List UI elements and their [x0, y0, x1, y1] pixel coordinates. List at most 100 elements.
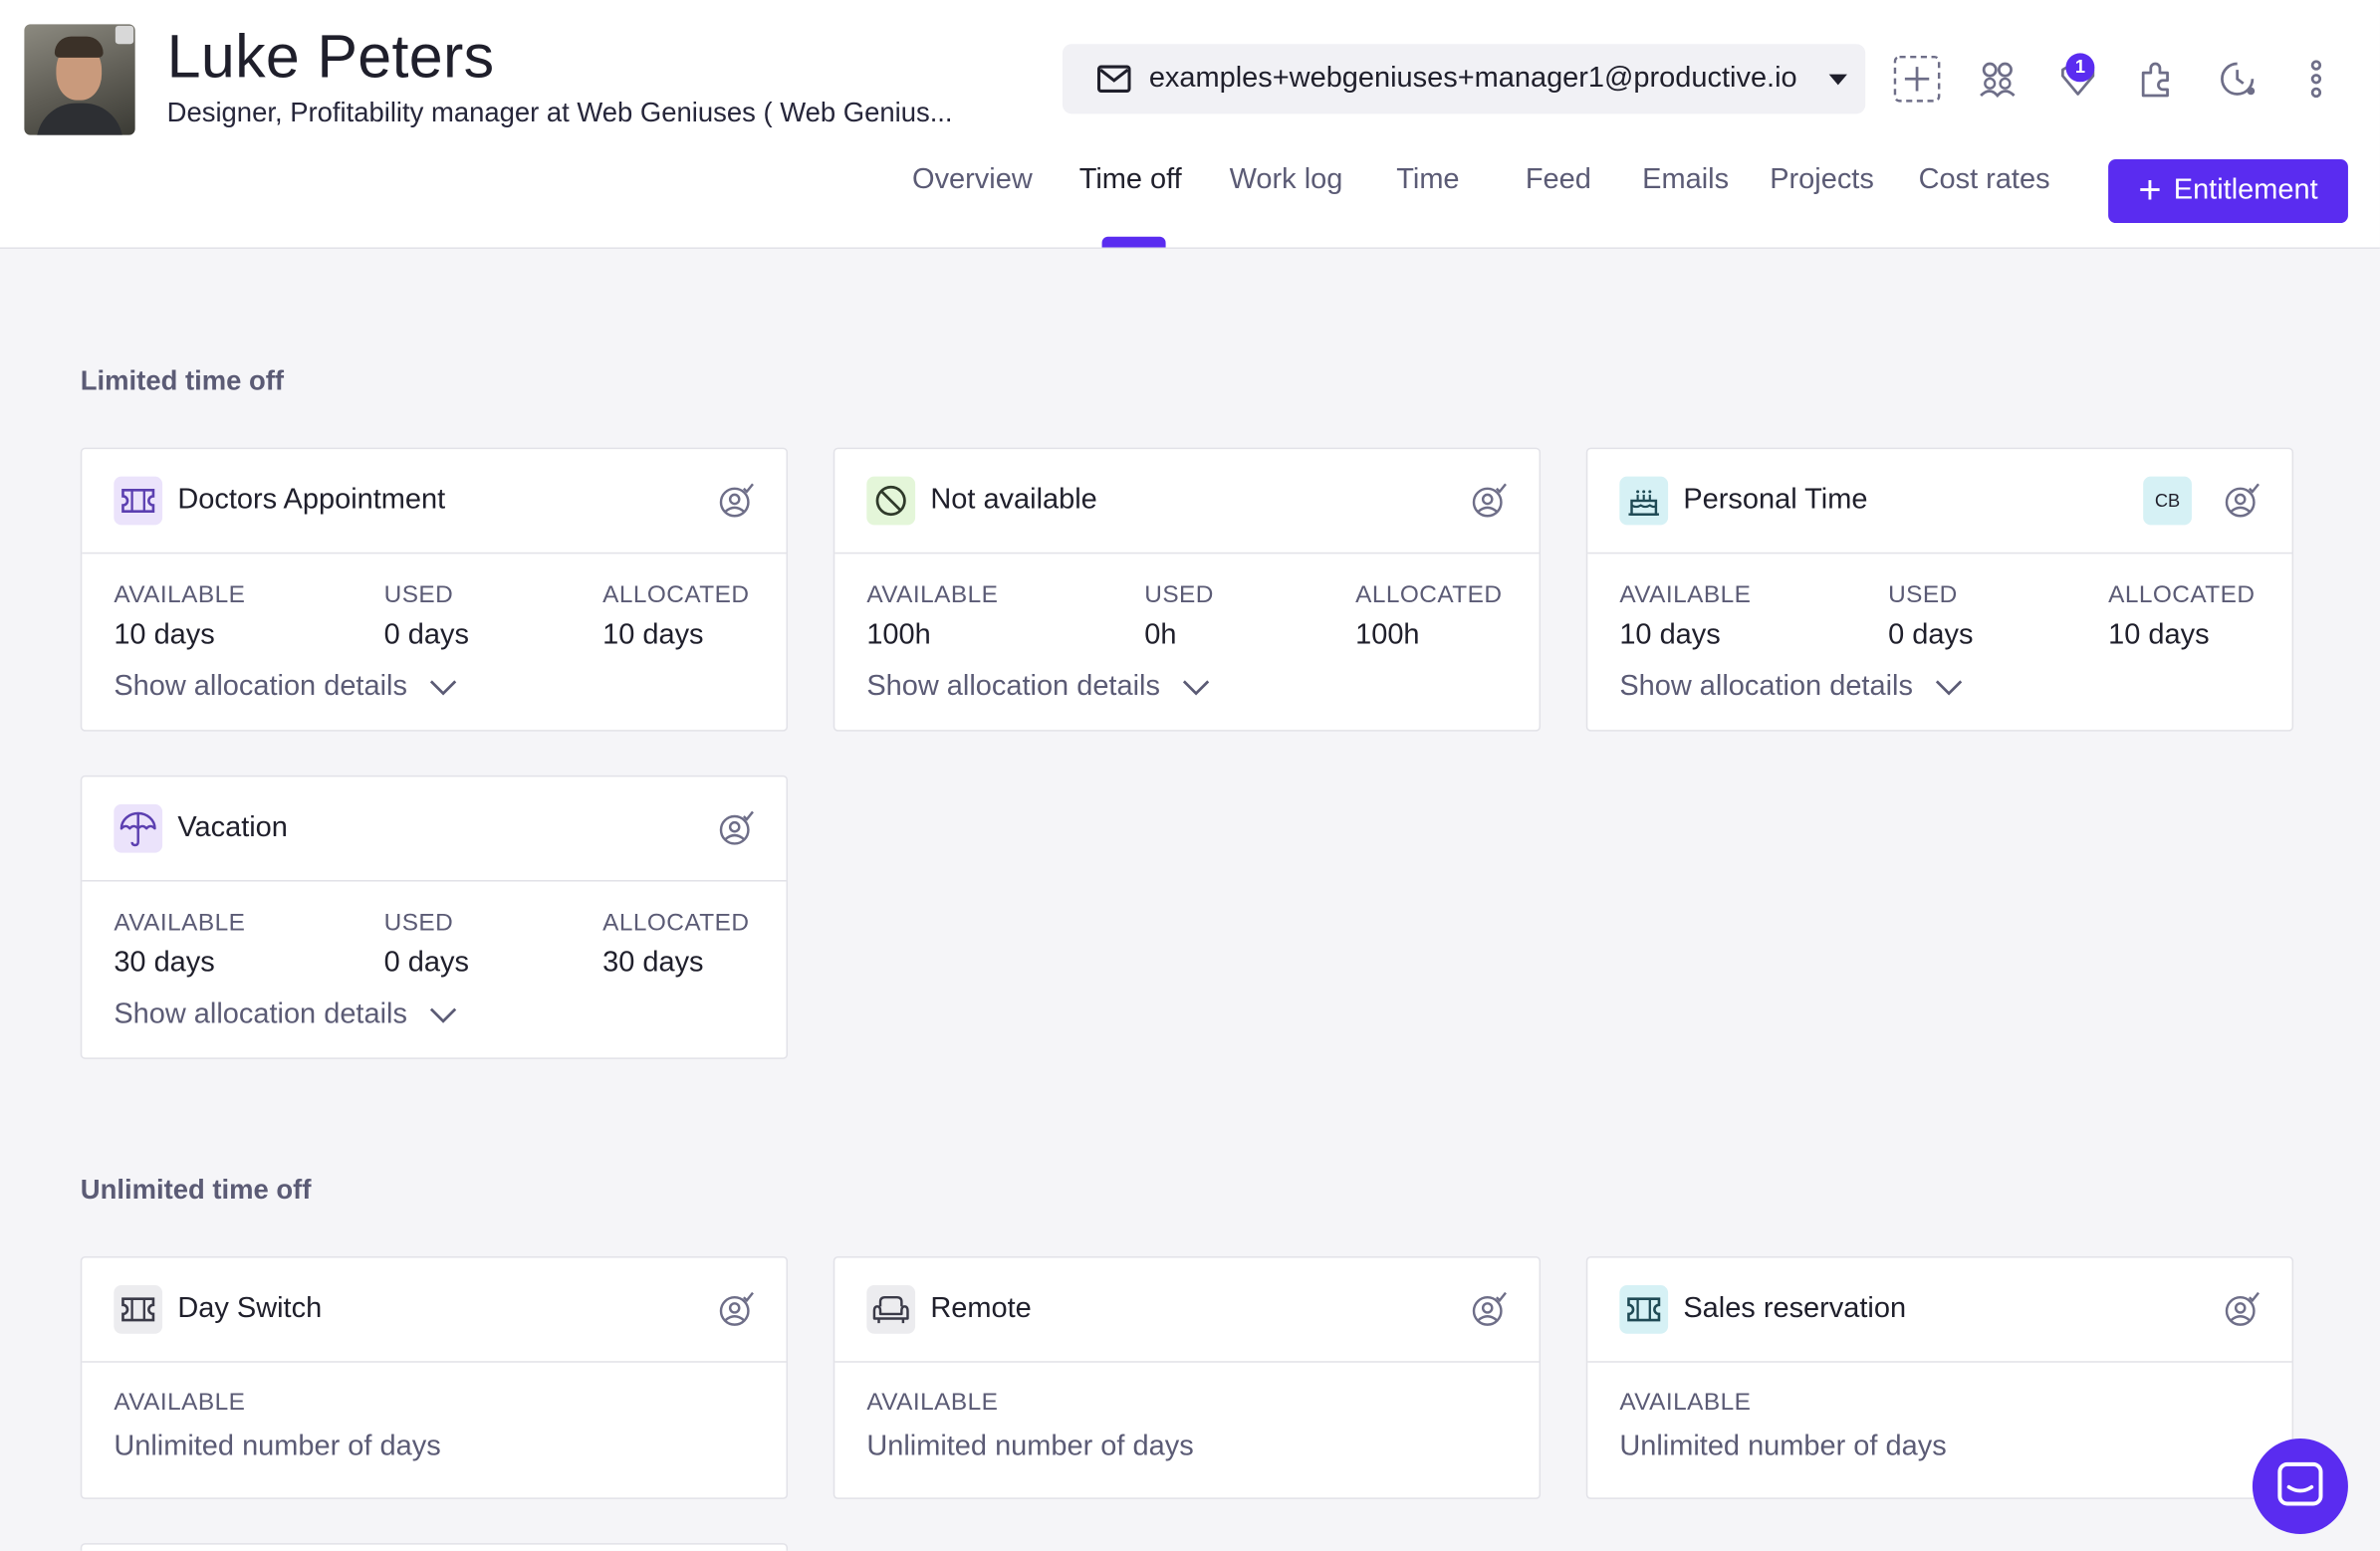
ticket-icon: [114, 476, 163, 526]
card-title: Not available: [930, 484, 1097, 517]
allocated-stat: ALLOCATED 10 days: [602, 582, 749, 652]
details-label: Show allocation details: [1619, 670, 1913, 703]
avatar-hair: [54, 36, 104, 58]
available-stat: AVAILABLE 30 days: [114, 911, 245, 981]
integrations-icon[interactable]: [2133, 55, 2182, 104]
allocated-stat: ALLOCATED 100h: [1355, 582, 1502, 652]
people-icon[interactable]: [1973, 55, 2022, 104]
available-value: 30 days: [114, 947, 215, 980]
tab-overview[interactable]: Overview: [912, 164, 1033, 198]
assign-user-icon[interactable]: [718, 483, 755, 520]
time-off-card: Doctors Appointment AVAILABLE 10 days US…: [80, 447, 789, 732]
time-off-card-partial: [80, 1543, 789, 1551]
add-icon[interactable]: [1893, 55, 1942, 104]
allocated-value: 100h: [1355, 618, 1420, 651]
chat-icon: [2277, 1461, 2323, 1506]
time-off-card: Sales reservation AVAILABLE Unlimited nu…: [1585, 1256, 2294, 1499]
card-header: Sales reservation: [1587, 1258, 2292, 1363]
available-stat: AVAILABLE 10 days: [1619, 582, 1751, 652]
chevron-down-icon: [1182, 680, 1209, 696]
card-stats: AVAILABLE 10 days USED 0 days ALLOCATED …: [1619, 582, 2260, 658]
used-label: USED: [383, 582, 454, 609]
show-allocation-details-link[interactable]: Show allocation details: [866, 671, 1210, 705]
used-stat: USED 0 days: [1888, 582, 1973, 652]
time-off-card: Remote AVAILABLE Unlimited number of day…: [833, 1256, 1542, 1499]
available-label: AVAILABLE: [1619, 1390, 1752, 1417]
used-stat: USED 0h: [1144, 582, 1214, 652]
avatar-status-badge: [115, 25, 134, 45]
tab-cost-rates[interactable]: Cost rates: [1919, 164, 2050, 198]
blocked-icon: [866, 476, 916, 526]
person-name: Luke Peters: [166, 24, 495, 92]
allocated-label: ALLOCATED: [1355, 582, 1503, 609]
card-header: Not available: [834, 449, 1540, 554]
available-value: Unlimited number of days: [866, 1431, 1194, 1463]
allocated-value: 10 days: [602, 618, 704, 651]
entitlement-label: Entitlement: [2173, 174, 2318, 207]
available-label: AVAILABLE: [114, 910, 246, 937]
assign-user-icon[interactable]: [2224, 1291, 2261, 1328]
card-header: Personal Time CB: [1587, 449, 2292, 554]
allocated-label: ALLOCATED: [602, 582, 750, 609]
timer-icon[interactable]: [2213, 55, 2261, 104]
allocated-value: 30 days: [602, 947, 704, 980]
avatar[interactable]: [24, 24, 135, 135]
tab-time-off[interactable]: Time off: [1079, 164, 1182, 198]
tab-emails[interactable]: Emails: [1642, 164, 1729, 198]
show-allocation-details-link[interactable]: Show allocation details: [1619, 671, 1963, 705]
cake-icon: [1619, 476, 1669, 526]
chevron-down-icon: [1828, 74, 1847, 86]
available-label: AVAILABLE: [1619, 582, 1752, 609]
used-value: 0 days: [383, 947, 469, 980]
tab-work-log[interactable]: Work log: [1230, 164, 1343, 198]
card-stats: AVAILABLE 100h USED 0h ALLOCATED 100h: [866, 582, 1507, 658]
tab-time[interactable]: Time: [1396, 164, 1459, 198]
available-value: 100h: [866, 618, 931, 651]
assign-user-icon[interactable]: [718, 1291, 755, 1328]
card-title: Sales reservation: [1683, 1292, 1907, 1325]
available-value: 10 days: [114, 618, 215, 651]
page: Luke Peters Designer, Profitability mana…: [0, 0, 2380, 1551]
available-label: AVAILABLE: [866, 582, 999, 609]
card-title: Vacation: [177, 811, 288, 844]
card-header: Day Switch: [82, 1258, 787, 1363]
show-allocation-details-link[interactable]: Show allocation details: [114, 671, 457, 705]
used-value: 0h: [1144, 618, 1177, 651]
used-stat: USED 0 days: [384, 582, 469, 652]
allocated-value: 10 days: [2108, 618, 2210, 651]
time-off-card: Day Switch AVAILABLE Unlimited number of…: [80, 1256, 789, 1499]
chevron-down-icon: [429, 1007, 456, 1023]
assign-user-icon[interactable]: [1471, 1291, 1508, 1328]
allocated-stat: ALLOCATED 10 days: [2108, 582, 2255, 652]
chevron-down-icon: [429, 680, 456, 696]
used-stat: USED 0 days: [384, 911, 469, 981]
card-header: Vacation: [82, 776, 787, 882]
allocated-stat: ALLOCATED 30 days: [602, 911, 749, 981]
time-off-card: Not available AVAILABLE 100h USED 0h ALL…: [833, 447, 1542, 732]
used-label: USED: [1888, 582, 1958, 609]
show-allocation-details-link[interactable]: Show allocation details: [114, 998, 457, 1032]
available-value: 10 days: [1619, 618, 1721, 651]
chat-launcher-button[interactable]: [2252, 1438, 2348, 1534]
details-label: Show allocation details: [114, 997, 407, 1030]
available-value: Unlimited number of days: [114, 1431, 441, 1463]
allocated-label: ALLOCATED: [2108, 582, 2256, 609]
umbrella-icon: [114, 803, 163, 853]
used-value: 0 days: [383, 618, 469, 651]
email-selector[interactable]: examples+webgeniuses+manager1@productive…: [1062, 44, 1866, 114]
more-icon[interactable]: [2292, 55, 2341, 104]
available-stat: AVAILABLE 10 days: [114, 582, 245, 652]
tab-projects[interactable]: Projects: [1770, 164, 1874, 198]
plus-icon: +: [2138, 165, 2162, 212]
assign-user-icon[interactable]: [1471, 483, 1508, 520]
assign-user-icon[interactable]: [2224, 483, 2261, 520]
person-subtitle: Designer, Profitability manager at Web G…: [166, 97, 953, 128]
time-off-card: Vacation AVAILABLE 30 days USED 0 days A…: [80, 775, 789, 1059]
assign-user-icon[interactable]: [718, 810, 755, 847]
available-label: AVAILABLE: [114, 582, 246, 609]
allocated-label: ALLOCATED: [602, 910, 750, 937]
chevron-down-icon: [1935, 680, 1962, 696]
add-entitlement-button[interactable]: + Entitlement: [2108, 159, 2348, 224]
tab-feed[interactable]: Feed: [1526, 164, 1591, 198]
time-off-card: Personal Time CB AVAILABLE 10 days USED …: [1585, 447, 2294, 732]
